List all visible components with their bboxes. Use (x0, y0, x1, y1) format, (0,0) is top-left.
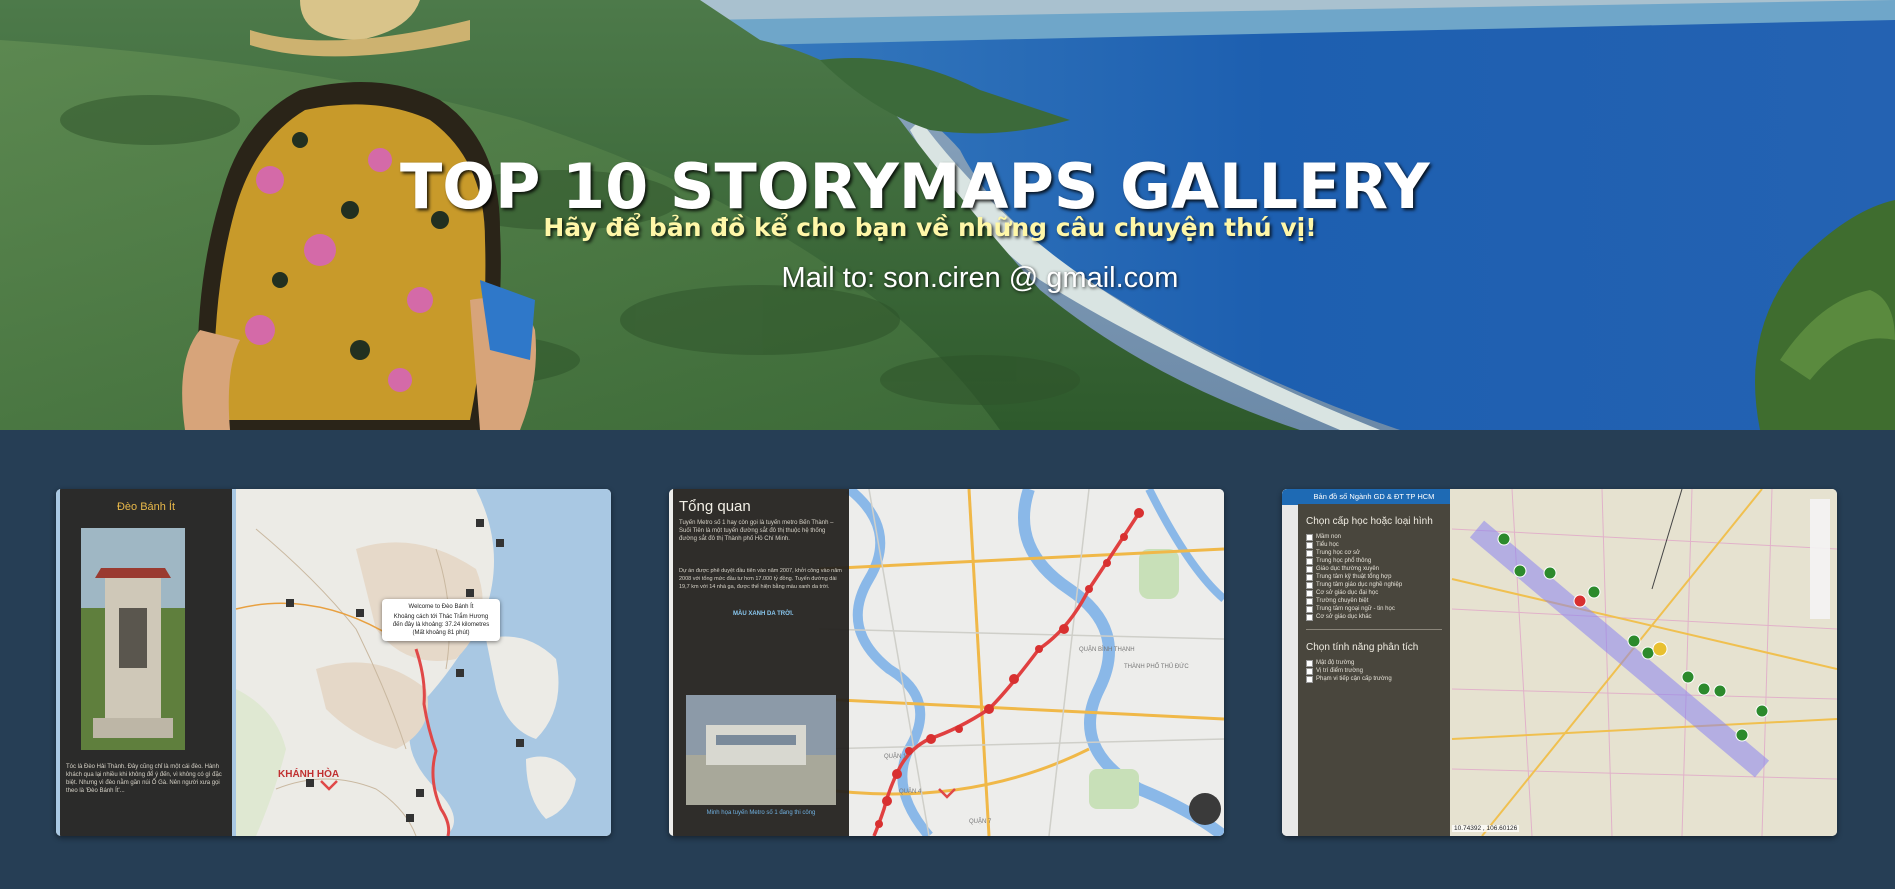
panel-paragraph-1: Tuyến Metro số 1 hay còn gọi là tuyến me… (679, 520, 834, 542)
section-title-levels: Chọn cấp học hoặc loại hình (1306, 516, 1433, 527)
layer-toggle[interactable]: Trung tâm ngoại ngữ - tin học (1306, 605, 1450, 613)
analysis-toggle[interactable]: Mật độ trường (1306, 659, 1450, 667)
layer-toggle[interactable]: Cơ sở giáo dục khác (1306, 613, 1450, 621)
metro-construction-photo (686, 695, 836, 805)
layer-toggle[interactable]: Mầm non (1306, 533, 1450, 541)
layer-toggle[interactable]: Cơ sở giáo dục đại học (1306, 589, 1450, 597)
hero-mail-link[interactable]: Mail to: son.ciren @ gmail.com (782, 262, 1179, 294)
layer-toggle[interactable]: Tiểu học (1306, 541, 1450, 549)
popup-text: Khoảng cách tới Thác Trắm Hương đến đây … (392, 614, 490, 636)
analysis-toggle[interactable]: Vị trí điểm trường (1306, 667, 1450, 675)
panel-caption: Tóc là Đèo Hải Thành. Đây cũng chỉ là mộ… (66, 764, 222, 794)
layer-toggle[interactable]: Giáo dục thường xuyên (1306, 565, 1450, 573)
hero-banner: TOP 10 STORYMAPS GALLERY Hãy để bản đồ k… (0, 0, 1895, 430)
photo-caption: Minh họa tuyến Metro số 1 đang thi công (706, 810, 816, 816)
layer-panel: Bản đồ số Ngành GD & ĐT TP HCM Chọn cấp … (1298, 489, 1450, 836)
layer-toggle[interactable]: Trường chuyên biệt (1306, 597, 1450, 605)
storymap-card-deo-banh-it[interactable]: Đèo Bánh Ít Tóc là Đèo Hải Thành. Đây cũ… (56, 489, 611, 836)
map-region-label: KHÁNH HÒA (278, 769, 340, 780)
popup-heading: Welcome to Đèo Bánh Ít (408, 604, 474, 610)
layer-toggle[interactable]: Trung học cơ sở (1306, 549, 1450, 557)
layer-toggle[interactable]: Trung tâm kỹ thuật tổng hợp (1306, 573, 1450, 581)
home-icon[interactable] (1282, 489, 1298, 505)
section-title-analysis: Chọn tính năng phân tích (1306, 642, 1419, 653)
panel-title: Đèo Bánh Ít (116, 501, 176, 513)
map-label-quan-7: QUẬN 7 (969, 819, 992, 825)
panel-header: Bản đồ số Ngành GD & ĐT TP HCM (1298, 489, 1450, 504)
panel-paragraph-2: Dự án được phê duyệt đầu tiên vào năm 20… (679, 568, 842, 590)
map-label-thu-duc: THÀNH PHỐ THỦ ĐỨC (1124, 664, 1189, 670)
left-toolbar (1282, 489, 1298, 836)
layer-toggle[interactable]: Trung tâm giáo dục nghề nghiệp (1306, 581, 1450, 589)
map-label-binh-thanh: QUẬN BÌNH THẠNH (1079, 647, 1135, 653)
storymap-card-education-map[interactable]: Bản đồ số Ngành GD & ĐT TP HCM Chọn cấp … (1282, 489, 1837, 836)
analysis-toggle[interactable]: Phạm vi tiếp cận cấp trường (1306, 675, 1450, 683)
map-label-quan-4: QUẬN 4 (899, 789, 922, 795)
card-story-panel: Tổng quan Tuyến Metro số 1 hay còn gọi l… (673, 489, 849, 836)
panel-highlight: MÀU XANH DA TRỜI. (733, 611, 794, 617)
map-popup[interactable]: Welcome to Đèo Bánh Ít Khoảng cách tới T… (382, 599, 500, 641)
map-label-quan-1: QUẬN 1 (884, 754, 907, 760)
storymap-card-metro[interactable]: Tổng quan Tuyến Metro số 1 hay còn gọi l… (669, 489, 1224, 836)
panel-title: Tổng quan (679, 498, 751, 515)
monument-photo (81, 528, 185, 750)
layer-toggle[interactable]: Trung học phổ thông (1306, 557, 1450, 565)
coordinate-readout: 10.74392 , 106.60126 (1452, 825, 1520, 832)
card-story-panel: Đèo Bánh Ít Tóc là Đèo Hải Thành. Đây cũ… (60, 489, 232, 836)
hero-subtitle: Hãy để bản đồ kể cho bạn về những câu ch… (543, 213, 1317, 242)
